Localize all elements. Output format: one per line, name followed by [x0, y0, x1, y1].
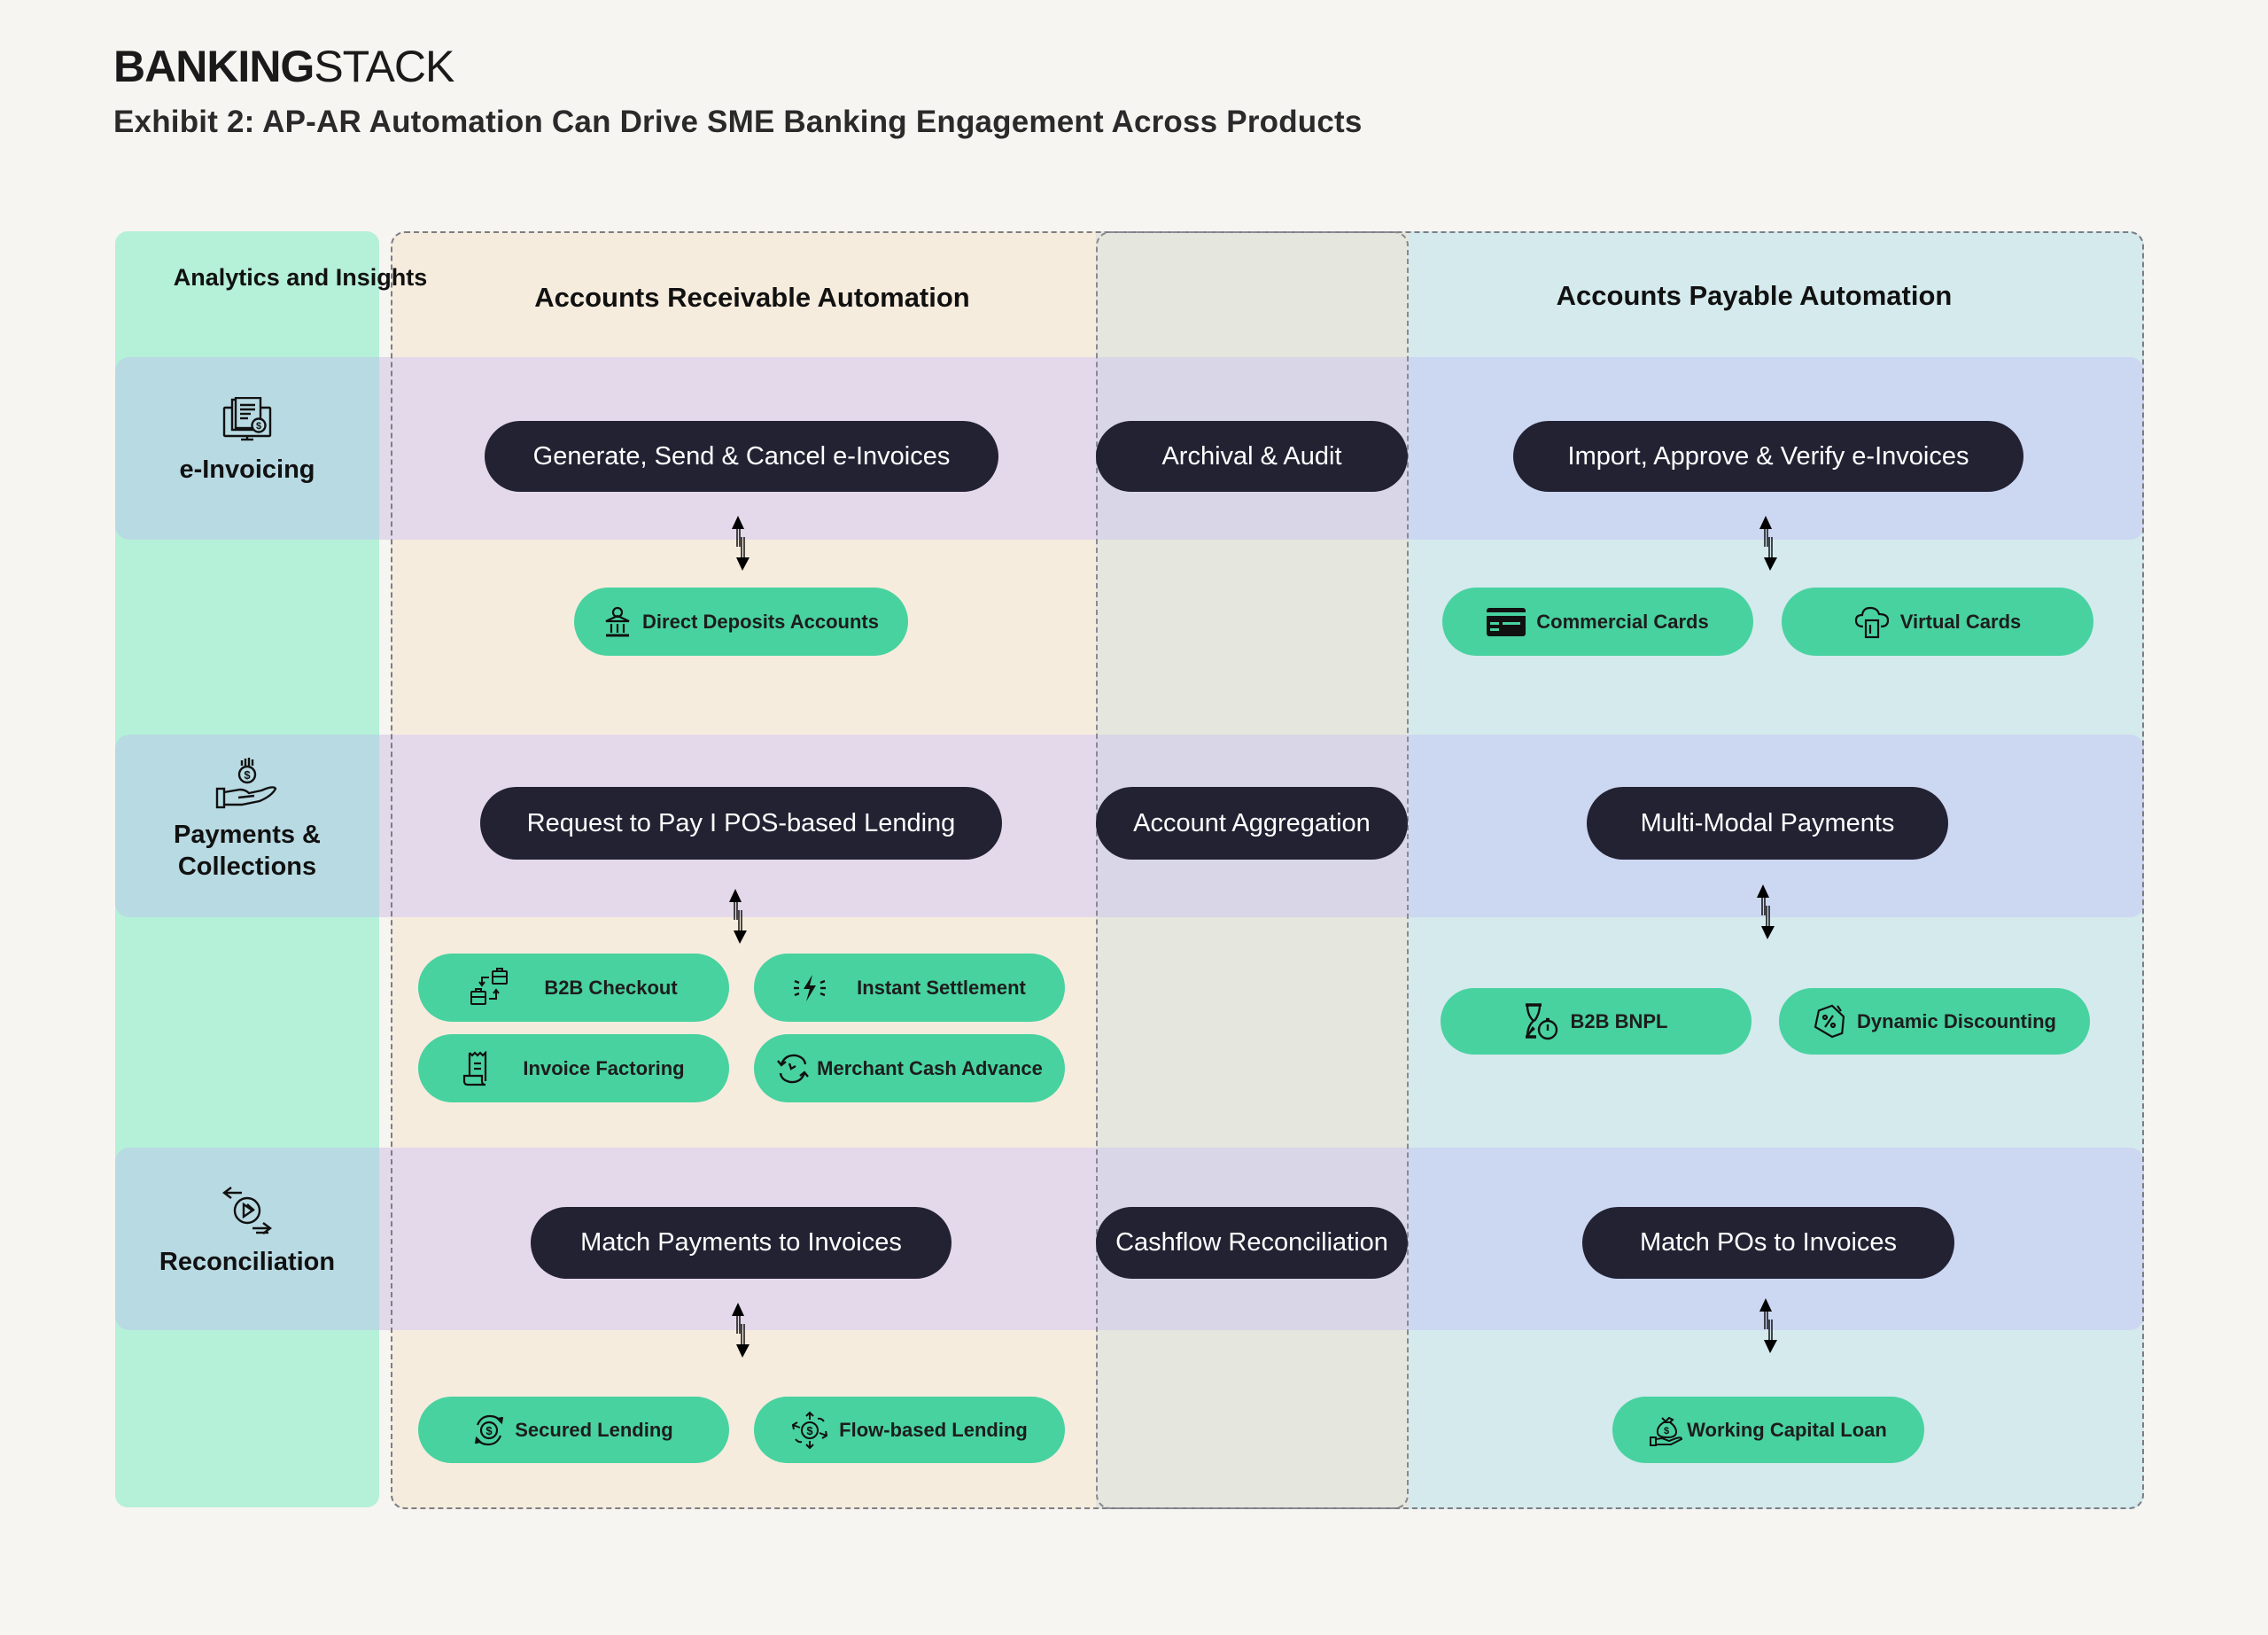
credit-card-icon — [1487, 607, 1526, 636]
product-pill-b2b-checkout[interactable]: B2B Checkout — [418, 954, 729, 1022]
bidirectional-arrow-icon — [732, 516, 750, 571]
category-payments-collections: $ Payments & Collections — [115, 757, 379, 883]
exchange-play-icon — [222, 1187, 272, 1234]
ar-process-pill[interactable]: Request to Pay I POS-based Lending — [480, 787, 1002, 860]
product-pill-virtual-cards[interactable]: Virtual Cards — [1782, 588, 2093, 656]
hand-coin-icon: $ — [215, 758, 277, 809]
product-label: B2B Checkout — [544, 976, 678, 999]
product-pill-dynamic-discounting[interactable]: Dynamic Discounting — [1779, 988, 2090, 1055]
cloud-card-icon — [1854, 606, 1889, 638]
column-header-ar: Accounts Receivable Automation — [534, 282, 970, 313]
briefcase-exchange-icon — [470, 967, 509, 1005]
product-pill-direct-deposits[interactable]: Direct Deposits Accounts — [574, 588, 908, 656]
category-label: Reconciliation — [159, 1248, 336, 1276]
product-pill-flow-based-lending[interactable]: $ Flow-based Lending — [754, 1397, 1065, 1463]
product-label: Flow-based Lending — [839, 1418, 1028, 1441]
product-pill-commercial-cards[interactable]: Commercial Cards — [1442, 588, 1753, 656]
product-pill-working-capital-loan[interactable]: $ Working Capital Loan — [1612, 1397, 1924, 1463]
bidirectional-arrow-icon — [1757, 884, 1775, 939]
hourglass-timer-icon — [1526, 1002, 1558, 1039]
coin-cycle-icon: $ — [475, 1414, 504, 1445]
ar-process-pill[interactable]: Generate, Send & Cancel e-Invoices — [485, 421, 998, 492]
money-bag-hand-icon: $ — [1650, 1416, 1683, 1446]
category-reconciliation: Reconciliation — [115, 1186, 379, 1278]
shared-process-pill[interactable]: Cashflow Reconciliation — [1096, 1207, 1408, 1279]
bidirectional-arrow-icon — [1759, 516, 1777, 571]
svg-text:$: $ — [807, 1424, 814, 1437]
ap-process-pill[interactable]: Match POs to Invoices — [1582, 1207, 1954, 1279]
clock-cycle-icon — [777, 1054, 810, 1083]
exhibit-title: Exhibit 2: AP-AR Automation Can Drive SM… — [113, 105, 1363, 139]
brand-logo: BANKINGSTACK — [113, 44, 454, 89]
discount-tag-icon — [1814, 1004, 1845, 1038]
product-label: B2B BNPL — [1570, 1009, 1668, 1032]
svg-text:$: $ — [256, 421, 261, 432]
product-label: Invoice Factoring — [523, 1056, 685, 1079]
product-label: Instant Settlement — [857, 976, 1026, 999]
shared-process-pill[interactable]: Account Aggregation — [1096, 787, 1408, 860]
category-label: Payments & Collections — [173, 821, 321, 881]
ap-process-pill[interactable]: Import, Approve & Verify e-Invoices — [1513, 421, 2023, 492]
product-pill-secured-lending[interactable]: $ Secured Lending — [418, 1397, 729, 1463]
bidirectional-arrow-icon — [732, 1303, 750, 1358]
product-pill-b2b-bnpl[interactable]: B2B BNPL — [1441, 988, 1751, 1055]
bidirectional-arrow-icon — [729, 889, 747, 944]
product-label: Working Capital Loan — [1687, 1418, 1887, 1441]
svg-text:$: $ — [244, 768, 251, 782]
lightning-icon — [794, 974, 827, 1001]
svg-text:$: $ — [1664, 1426, 1669, 1436]
svg-text:$: $ — [486, 1424, 493, 1437]
product-label: Commercial Cards — [1536, 610, 1709, 633]
category-label: e-Invoicing — [179, 455, 315, 484]
ar-process-pill[interactable]: Match Payments to Invoices — [531, 1207, 951, 1279]
invoice-monitor-icon: $ — [222, 397, 272, 441]
product-pill-merchant-cash-advance[interactable]: Merchant Cash Advance — [754, 1034, 1065, 1102]
coin-flow-icon: $ — [792, 1411, 828, 1449]
product-label: Direct Deposits Accounts — [642, 610, 879, 633]
brand-logo-bold: BANKING — [113, 42, 315, 91]
bank-icon — [605, 606, 630, 636]
bidirectional-arrow-icon — [1759, 1298, 1777, 1353]
product-label: Secured Lending — [515, 1418, 673, 1441]
product-pill-instant-settlement[interactable]: Instant Settlement — [754, 954, 1065, 1022]
column-header-ap: Accounts Payable Automation — [1556, 280, 1953, 311]
product-pill-invoice-factoring[interactable]: Invoice Factoring — [418, 1034, 729, 1102]
product-label: Merchant Cash Advance — [817, 1056, 1043, 1079]
receipt-icon — [463, 1050, 487, 1086]
product-label: Dynamic Discounting — [1857, 1009, 2056, 1032]
ap-process-pill[interactable]: Multi-Modal Payments — [1587, 787, 1948, 860]
shared-process-pill[interactable]: Archival & Audit — [1096, 421, 1408, 492]
product-label: Virtual Cards — [1899, 610, 2022, 633]
brand-logo-light: STACK — [314, 42, 454, 91]
category-e-invoicing: $ e-Invoicing — [115, 397, 379, 486]
